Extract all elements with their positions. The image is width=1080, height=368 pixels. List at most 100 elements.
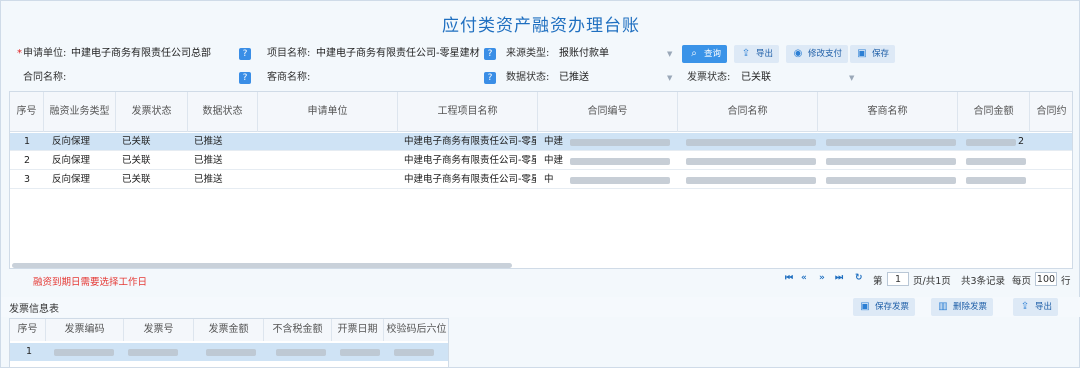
applicant-label: *申请单位: xyxy=(17,48,67,59)
cell-type: 反向保理 xyxy=(52,174,91,185)
invoice-export-button[interactable]: ⇪ 导出 xyxy=(1013,298,1059,316)
col-header[interactable]: 发票号 xyxy=(124,319,194,341)
cell-no: 1 xyxy=(26,346,33,357)
next-page-icon[interactable]: » xyxy=(819,273,825,283)
supplier-picker-icon[interactable]: ? xyxy=(484,72,496,84)
search-icon: ⌕ xyxy=(691,48,697,59)
pager: 融资到期日需要选择工作日 ⏮ « » ⏭ ↻ 第 1 页/共1页 共3条记录 每… xyxy=(1,271,1080,289)
col-header[interactable]: 融资业务类型 xyxy=(44,92,116,132)
redacted-block xyxy=(966,158,1026,165)
source-type-select[interactable]: 报账付款单 xyxy=(559,45,659,63)
table-header: 序号 融资业务类型 发票状态 数据状态 申请单位 工程项目名称 合同编号 合同名… xyxy=(10,92,1072,132)
cell-no: 2 xyxy=(24,155,31,166)
record-total: 共3条记录 xyxy=(961,276,1006,287)
redacted-block xyxy=(394,349,434,356)
col-header[interactable]: 校验码后六位 xyxy=(384,319,448,341)
col-header[interactable]: 合同编号 xyxy=(538,92,678,132)
query-button[interactable]: ⌕ 查询 xyxy=(682,45,728,63)
applicant-input[interactable]: 中建电子商务有限责任公司总部 xyxy=(71,45,231,63)
upload-icon: ⇪ xyxy=(1020,301,1030,312)
trash-icon: ▥ xyxy=(938,301,948,312)
col-header[interactable]: 客商名称 xyxy=(818,92,958,132)
cell-project: 中建电子商务有限责任公司-零星 xyxy=(404,174,536,185)
cell-invoice-status: 已关联 xyxy=(122,136,151,147)
redacted-block xyxy=(686,158,816,165)
redacted-block xyxy=(570,177,670,184)
project-input[interactable]: 中建电子商务有限责任公司-零星建材 xyxy=(316,45,482,63)
prev-page-icon[interactable]: « xyxy=(801,273,807,283)
delete-invoice-button[interactable]: ▥ 删除发票 xyxy=(931,298,994,316)
export-button[interactable]: ⇪ 导出 xyxy=(734,45,780,63)
financing-table: 序号 融资业务类型 发票状态 数据状态 申请单位 工程项目名称 合同编号 合同名… xyxy=(9,91,1073,269)
radio-icon: ◉ xyxy=(793,48,803,59)
cell-no: 3 xyxy=(24,174,31,185)
col-header[interactable]: 合同名称 xyxy=(678,92,818,132)
refresh-icon[interactable]: ↻ xyxy=(855,273,863,283)
redacted-block xyxy=(570,158,670,165)
col-header[interactable]: 合同约 xyxy=(1030,92,1072,132)
applicant-picker-icon[interactable]: ? xyxy=(239,48,251,60)
floppy-disk-icon: ▣ xyxy=(857,48,867,59)
first-page-icon[interactable]: ⏮ xyxy=(785,273,793,283)
per-page-label: 每页 xyxy=(1012,276,1032,287)
contract-label: 合同名称: xyxy=(23,72,67,83)
table-row[interactable]: 1 xyxy=(10,343,448,361)
redacted-block xyxy=(966,177,1026,184)
save-invoice-button[interactable]: ▣ 保存发票 xyxy=(853,298,916,316)
cell-no: 1 xyxy=(24,136,31,147)
data-status-chevron-down-icon[interactable]: ▼ xyxy=(667,69,672,87)
cell-invoice-status: 已关联 xyxy=(122,174,151,185)
col-header[interactable]: 序号 xyxy=(10,92,44,132)
contract-picker-icon[interactable]: ? xyxy=(239,72,251,84)
source-type-chevron-down-icon[interactable]: ▼ xyxy=(667,45,672,63)
redacted-block xyxy=(128,349,178,356)
source-type-label: 来源类型: xyxy=(506,48,550,59)
cell-project: 中建电子商务有限责任公司-零星 xyxy=(404,155,536,166)
modify-payment-button[interactable]: ◉ 修改支付 xyxy=(786,45,849,63)
redacted-block xyxy=(276,349,326,356)
redacted-block xyxy=(826,139,956,146)
cell-data-status: 已推送 xyxy=(194,174,223,185)
invoice-section-title: 发票信息表 xyxy=(9,304,59,315)
cell-type: 反向保理 xyxy=(52,136,91,147)
save-button[interactable]: ▣ 保存 xyxy=(850,45,896,63)
data-status-select[interactable]: 已推送 xyxy=(559,69,659,87)
project-picker-icon[interactable]: ? xyxy=(484,48,496,60)
table-row[interactable]: 1 反向保理 已关联 已推送 中建电子商务有限责任公司-零星 中建 2 xyxy=(10,133,1072,151)
cell-contract-no: 中 xyxy=(544,174,554,185)
project-label: 项目名称: xyxy=(267,48,311,59)
row-label: 行 xyxy=(1061,276,1071,287)
supplier-label: 客商名称: xyxy=(267,72,311,83)
last-page-icon[interactable]: ⏭ xyxy=(835,273,843,283)
col-header[interactable]: 申请单位 xyxy=(258,92,398,132)
col-header[interactable]: 合同金额 xyxy=(958,92,1030,132)
col-header[interactable]: 不含税金额 xyxy=(264,319,332,341)
redacted-block xyxy=(54,349,114,356)
col-header[interactable]: 开票日期 xyxy=(332,319,384,341)
invoice-table: 序号 发票编码 发票号 发票金额 不含税金额 开票日期 校验码后六位 1 xyxy=(9,318,449,368)
table-row[interactable]: 2 反向保理 已关联 已推送 中建电子商务有限责任公司-零星 中建 xyxy=(10,152,1072,170)
cell-project: 中建电子商务有限责任公司-零星 xyxy=(404,136,536,147)
cell-contract-no: 中建 xyxy=(544,136,564,147)
redacted-block xyxy=(340,349,380,356)
upload-icon: ⇪ xyxy=(741,48,751,59)
page-number-input[interactable]: 1 xyxy=(887,272,909,286)
table-row[interactable]: 3 反向保理 已关联 已推送 中建电子商务有限责任公司-零星 中 xyxy=(10,171,1072,189)
per-page-input[interactable]: 100 xyxy=(1035,272,1057,286)
col-header[interactable]: 发票状态 xyxy=(116,92,188,132)
col-header[interactable]: 发票金额 xyxy=(194,319,264,341)
horizontal-scrollbar[interactable] xyxy=(12,263,512,268)
page-title: 应付类资产融资办理台账 xyxy=(442,16,640,36)
cell-amount: 2 xyxy=(1018,136,1025,147)
workday-warning: 融资到期日需要选择工作日 xyxy=(33,277,148,288)
invoice-status-label: 发票状态: xyxy=(687,72,731,83)
col-header[interactable]: 发票编码 xyxy=(46,319,124,341)
redacted-block xyxy=(826,177,956,184)
cell-contract-no: 中建 xyxy=(544,155,564,166)
filter-row-1: *申请单位: 中建电子商务有限责任公司总部 ? 项目名称: 中建电子商务有限责任… xyxy=(1,45,1080,63)
col-header[interactable]: 工程项目名称 xyxy=(398,92,538,132)
invoice-status-select[interactable]: 已关联 xyxy=(741,69,841,87)
invoice-status-chevron-down-icon[interactable]: ▼ xyxy=(849,69,854,87)
col-header[interactable]: 数据状态 xyxy=(188,92,258,132)
col-header[interactable]: 序号 xyxy=(10,319,46,341)
